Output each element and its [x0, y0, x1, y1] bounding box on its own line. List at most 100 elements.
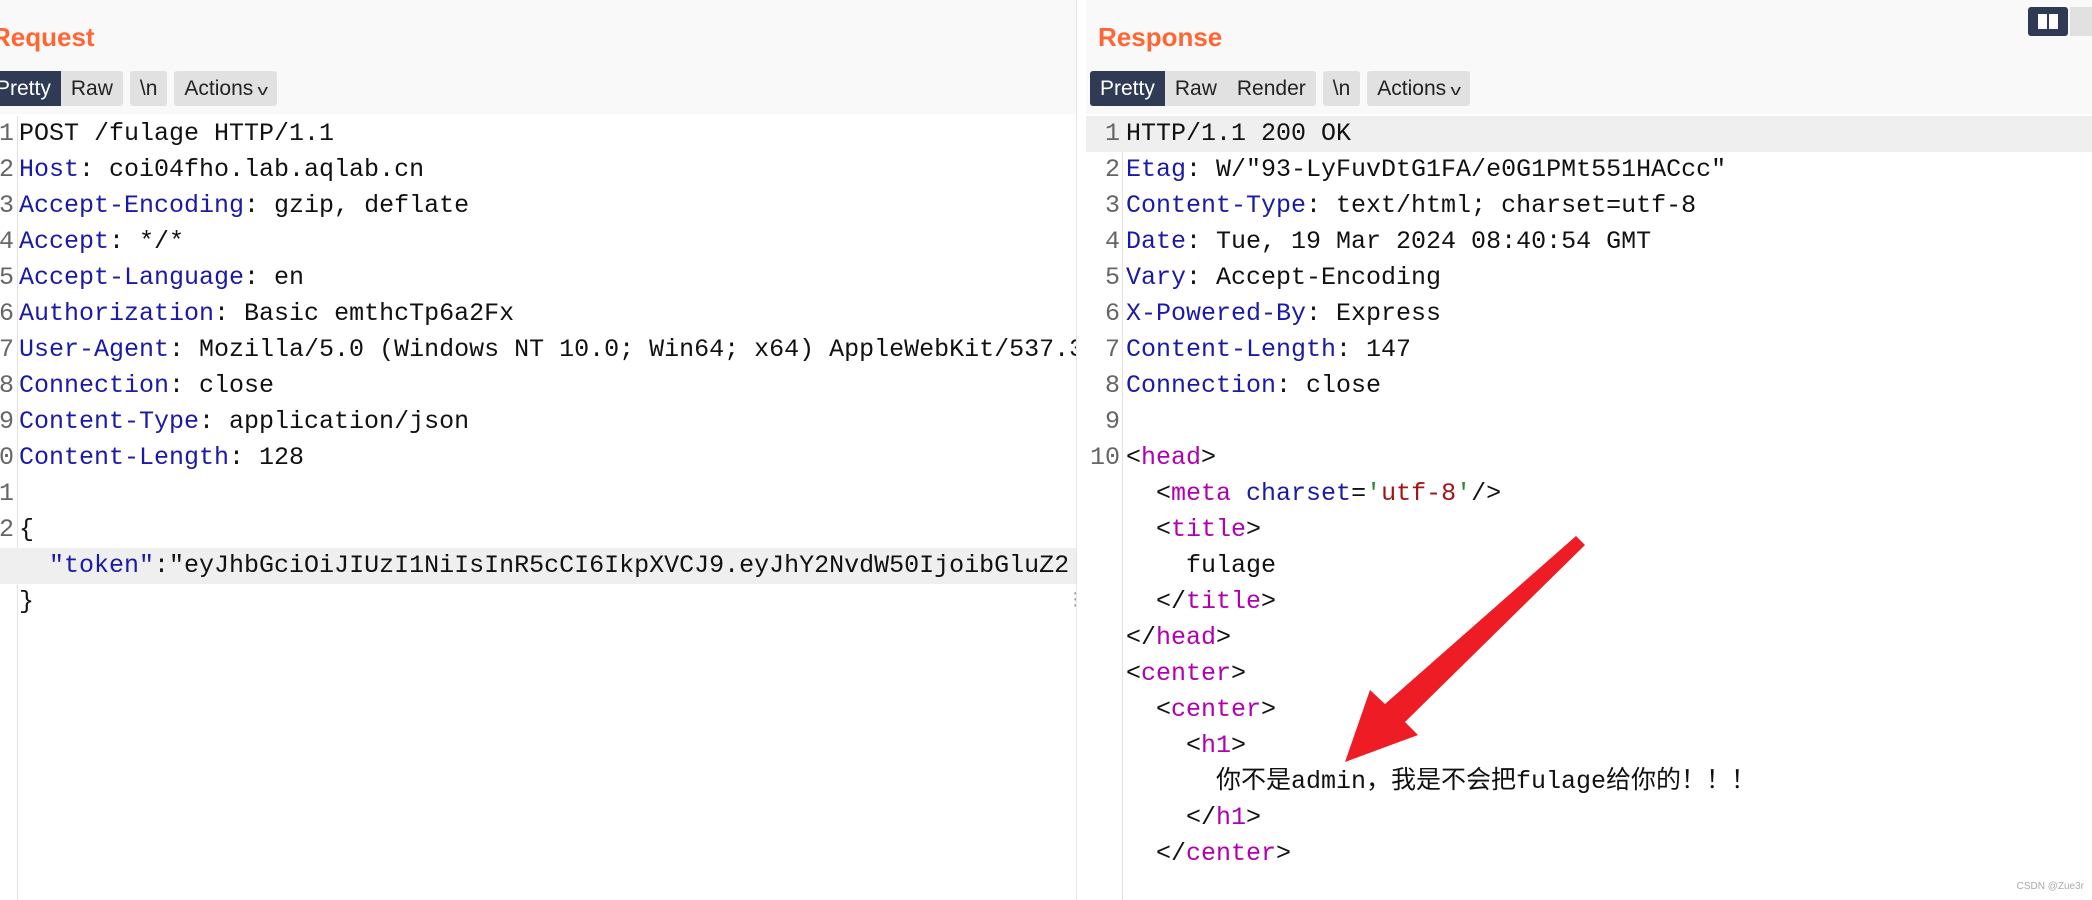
code-token-plain: : */*	[109, 227, 185, 256]
code-line: <center>	[1086, 656, 2092, 692]
code-line: 1 POST /fulage HTTP/1.1	[0, 116, 1076, 152]
code-token-k: Authorization	[19, 299, 215, 328]
code-line: 2 Host: coi04fho.lab.aqlab.cn	[0, 152, 1076, 188]
code-line: </title>	[1086, 584, 2092, 620]
request-actions-button[interactable]: Actions v	[174, 71, 276, 106]
code-token-plain: : close	[1276, 371, 1382, 400]
response-tab-raw[interactable]: Raw	[1165, 71, 1227, 106]
code-token-plain: <	[1126, 695, 1172, 724]
response-newline-toggle[interactable]: \n	[1323, 71, 1361, 106]
code-line: 8 Connection: close	[1086, 368, 2092, 404]
request-editor[interactable]: 1 POST /fulage HTTP/1.1 2 Host: coi04fho.la…	[0, 116, 1076, 900]
response-toolbar: Pretty Raw Render \n Actions v	[1090, 71, 1470, 106]
code-token-plain: <	[1126, 659, 1142, 688]
split-layout-icon[interactable]	[2028, 7, 2068, 36]
line-number: 8	[1104, 371, 1120, 400]
code-token-plain: </	[1126, 803, 1217, 832]
code-line: </h1>	[1086, 800, 2092, 836]
line-text: {	[19, 512, 34, 548]
code-line: fulage	[1086, 548, 2092, 584]
line-text: Vary: Accept-Encoding	[1126, 260, 1441, 296]
response-tab-render[interactable]: Render	[1227, 71, 1316, 106]
line-text: Date: Tue, 19 Mar 2024 08:40:54 GMT	[1126, 224, 1651, 260]
request-tab-raw[interactable]: Raw	[61, 71, 123, 106]
watermark: CSDN @Zue3r	[2016, 881, 2084, 892]
code-token-plain: : W/"93-LyFuvDtG1FA/e0G1PMt551HACcc"	[1186, 155, 1727, 184]
line-text: </head>	[1126, 620, 1231, 656]
line-text: X-Powered-By: Express	[1126, 296, 1441, 332]
line-number: 5	[0, 263, 14, 292]
code-token-tag: h1	[1201, 731, 1232, 760]
code-token-tag: center	[1186, 839, 1277, 868]
line-text: 你不是admin，我是不会把fulage给你的！！！	[1126, 764, 1756, 800]
code-token-plain: </	[1126, 587, 1187, 616]
code-line: 4 Accept: */*	[0, 224, 1076, 260]
code-line: 7 Content-Length: 147	[1086, 332, 2092, 368]
code-token-plain: }	[19, 587, 35, 616]
code-token-str: utf-8	[1381, 479, 1457, 508]
code-token-plain: <	[1126, 479, 1172, 508]
line-text: Connection: close	[1126, 368, 1381, 404]
code-token-plain: : Tue, 19 Mar 2024 08:40:54 GMT	[1186, 227, 1652, 256]
response-tab-pretty[interactable]: Pretty	[1090, 71, 1165, 106]
code-token-plain: : text/html; charset=utf-8	[1306, 191, 1697, 220]
line-number: 6	[0, 299, 14, 328]
code-token-k: Accept-Encoding	[19, 191, 245, 220]
code-token-plain: >	[1201, 443, 1217, 472]
line-text: Authorization: Basic emthcTp6a2Fx	[19, 296, 514, 332]
response-editor[interactable]: 1 HTTP/1.1 200 OK 2 Etag: W/"93-LyFuvDtG1FA…	[1086, 116, 2092, 900]
code-line: 10Content-Length: 128	[0, 440, 1076, 476]
code-token-k: Connection	[1126, 371, 1277, 400]
code-token-tag: h1	[1216, 803, 1247, 832]
line-number: 2	[1104, 155, 1120, 184]
code-line: 7 User-Agent: Mozilla/5.0 (Windows NT 10.…	[0, 332, 1076, 368]
line-number: 7	[1104, 335, 1120, 364]
code-line: <h1>	[1086, 728, 2092, 764]
code-token-plain: >	[1231, 731, 1247, 760]
code-token-tag: center	[1141, 659, 1232, 688]
code-token-tag: meta	[1171, 479, 1247, 508]
horizontal-layout-icon[interactable]	[2070, 7, 2092, 36]
code-token-plain: : gzip, deflate	[244, 191, 470, 220]
request-title: Request	[0, 22, 95, 52]
code-token-plain: fulage	[1126, 551, 1277, 580]
code-line: <title>	[1086, 512, 2092, 548]
response-actions-button[interactable]: Actions v	[1367, 71, 1469, 106]
line-text: Etag: W/"93-LyFuvDtG1FA/e0G1PMt551HACcc"	[1126, 152, 1726, 188]
code-token-k: Vary	[1126, 263, 1187, 292]
code-line: </head>	[1086, 620, 2092, 656]
line-text: Accept-Language: en	[19, 260, 304, 296]
code-token-plain: >	[1246, 803, 1262, 832]
line-text: Content-Length: 128	[19, 440, 304, 476]
line-text: Accept-Encoding: gzip, deflate	[19, 188, 469, 224]
code-token-plain: : Mozilla/5.0 (Windows NT 10.0; Win64; x…	[169, 335, 1076, 364]
line-number: 7	[0, 335, 14, 364]
code-line: <center>	[1086, 692, 2092, 728]
line-text: <center>	[1126, 656, 1246, 692]
line-text: "token":"eyJhbGciOiJIUzI1NiIsInR5cCI6Ikp…	[19, 548, 1069, 584]
code-token-k: Content-Length	[19, 443, 230, 472]
code-line: 6 Authorization: Basic emthcTp6a2Fx	[0, 296, 1076, 332]
code-token-k: Etag	[1126, 155, 1187, 184]
code-token-plain: : Accept-Encoding	[1186, 263, 1442, 292]
line-number: 6	[1104, 299, 1120, 328]
code-token-plain: >	[1231, 659, 1247, 688]
code-token-plain: </	[1126, 839, 1187, 868]
code-token-plain: : 128	[229, 443, 305, 472]
code-token-tag: title	[1186, 587, 1262, 616]
line-text: Accept: */*	[19, 224, 184, 260]
code-token-attr: charset	[1246, 479, 1352, 508]
code-token-plain: />	[1471, 479, 1502, 508]
code-token-k: Date	[1126, 227, 1187, 256]
response-header: Response Pretty Raw Render \n Actions v	[1086, 0, 2092, 114]
request-newline-toggle[interactable]: \n	[130, 71, 168, 106]
actions-label: Actions	[1377, 77, 1447, 100]
response-panel: Response Pretty Raw Render \n Actions v 1…	[1086, 0, 2092, 900]
line-text: </center>	[1126, 836, 1291, 872]
request-tab-pretty[interactable]: Pretty	[0, 71, 61, 106]
code-token-plain: : coi04fho.lab.aqlab.cn	[79, 155, 425, 184]
line-number: 4	[0, 227, 14, 256]
line-text: Content-Type: text/html; charset=utf-8	[1126, 188, 1696, 224]
code-token-k: Content-Type	[1126, 191, 1307, 220]
request-header: Request Pretty Raw \n Actions v	[0, 0, 1076, 114]
